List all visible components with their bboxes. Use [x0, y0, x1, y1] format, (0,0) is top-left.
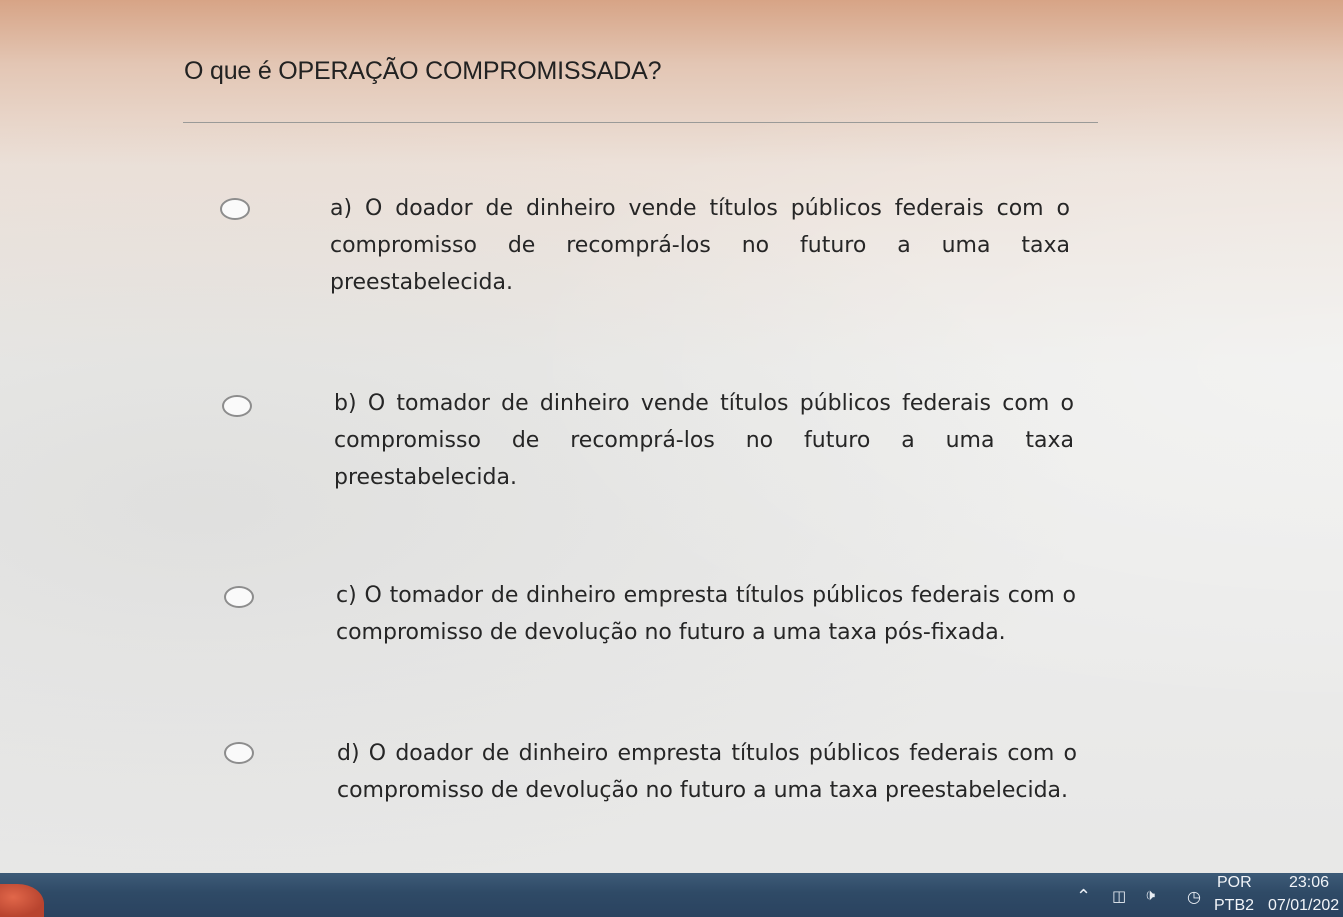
clock-date[interactable]: 07/01/202: [1268, 897, 1339, 915]
chevron-up-icon[interactable]: ⌃: [1076, 888, 1091, 906]
taskbar: [0, 873, 1343, 917]
radio-button-a[interactable]: [220, 198, 250, 220]
answer-option-d-text: d) O doador de dinheiro empresta títulos…: [337, 741, 1077, 803]
clock-time[interactable]: 23:06: [1289, 874, 1329, 892]
answer-option-c-text: c) O tomador de dinheiro empresta título…: [336, 583, 1076, 645]
radio-button-d[interactable]: [224, 742, 254, 764]
radio-button-b[interactable]: [222, 395, 252, 417]
answer-option-a-text: a) O doador de dinheiro vende títulos pú…: [330, 196, 1070, 295]
question-title: O que é OPERAÇÃO COMPROMISSADA?: [184, 57, 662, 85]
wifi-icon[interactable]: ◷: [1187, 888, 1201, 906]
question-divider: [183, 122, 1098, 123]
radio-button-c[interactable]: [224, 586, 254, 608]
tablet-mode-icon[interactable]: ◫: [1112, 887, 1126, 905]
volume-icon[interactable]: 🕩: [1145, 886, 1155, 904]
answer-option-b-text: b) O tomador de dinheiro vende títulos p…: [334, 391, 1074, 490]
keyboard-layout-indicator[interactable]: PTB2: [1214, 897, 1254, 915]
input-language-indicator[interactable]: POR: [1217, 874, 1252, 892]
